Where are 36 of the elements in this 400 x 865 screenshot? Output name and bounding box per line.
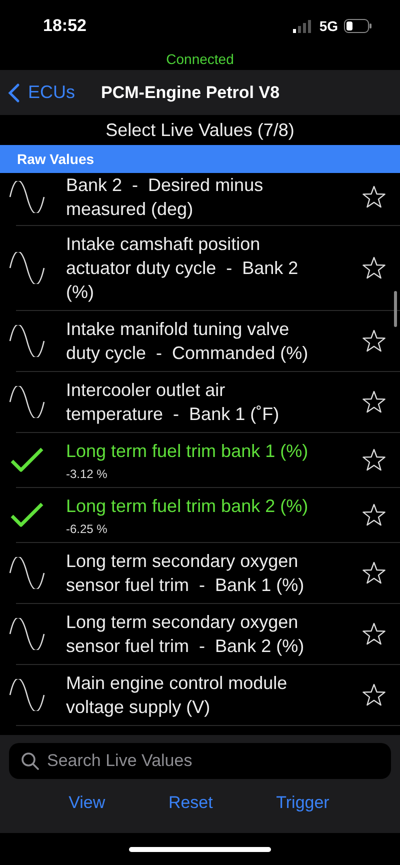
star-icon[interactable] [362, 683, 386, 707]
network-label: 5G [319, 18, 338, 34]
star-icon[interactable] [362, 185, 386, 209]
value-name[interactable]: Long term fuel trim bank 2 (%) [66, 494, 341, 518]
scroll-indicator [394, 291, 397, 327]
screen-title: PCM-Engine Petrol V8 [101, 82, 280, 102]
value-name[interactable]: Main engine control module voltage supply (V) [66, 671, 311, 719]
toolbar-button[interactable]: Reset [160, 789, 221, 817]
value-name[interactable]: Intake manifold tuning valve duty cycle - Commanded (%) [66, 317, 311, 365]
value-name[interactable]: Intercooler outlet air temperature - Bank 1 (˚F) [66, 378, 311, 426]
star-icon[interactable] [362, 503, 386, 527]
star-icon[interactable] [362, 622, 386, 646]
toolbar-button[interactable]: View [60, 789, 114, 817]
battery-icon [344, 19, 372, 33]
value-name[interactable]: Bank 2 - Desired minus measured (deg) [66, 173, 311, 221]
back-button[interactable]: ECUs [8, 82, 76, 103]
star-icon[interactable] [362, 329, 386, 353]
status-time: 18:52 [43, 16, 86, 36]
value-name[interactable]: Intake camshaft position actuator duty cycle - Bank 2 (%) [66, 232, 311, 304]
star-icon[interactable] [362, 561, 386, 585]
connection-status: Connected [166, 51, 234, 67]
section-header: Raw Values [0, 145, 400, 173]
value-name[interactable]: Long term fuel trim bank 1 (%) [66, 439, 341, 463]
value-reading: -6.25 % [66, 522, 108, 536]
star-icon[interactable] [362, 256, 386, 280]
star-icon[interactable] [362, 448, 386, 472]
star-icon[interactable] [362, 390, 386, 414]
value-name[interactable]: Long term secondary oxygen sensor fuel trim - Bank 1 (%) [66, 549, 311, 597]
value-reading: -3.12 % [66, 467, 108, 481]
list-heading: Select Live Values (7/8) [106, 120, 294, 140]
value-name[interactable]: Long term secondary oxygen sensor fuel trim - Bank 2 (%) [66, 610, 311, 658]
search-icon [21, 752, 39, 770]
signal-icon [293, 19, 314, 33]
chevron-icon [8, 82, 20, 102]
search-field[interactable]: Search Live Values [9, 743, 391, 779]
toolbar-button[interactable]: Trigger [268, 789, 338, 817]
